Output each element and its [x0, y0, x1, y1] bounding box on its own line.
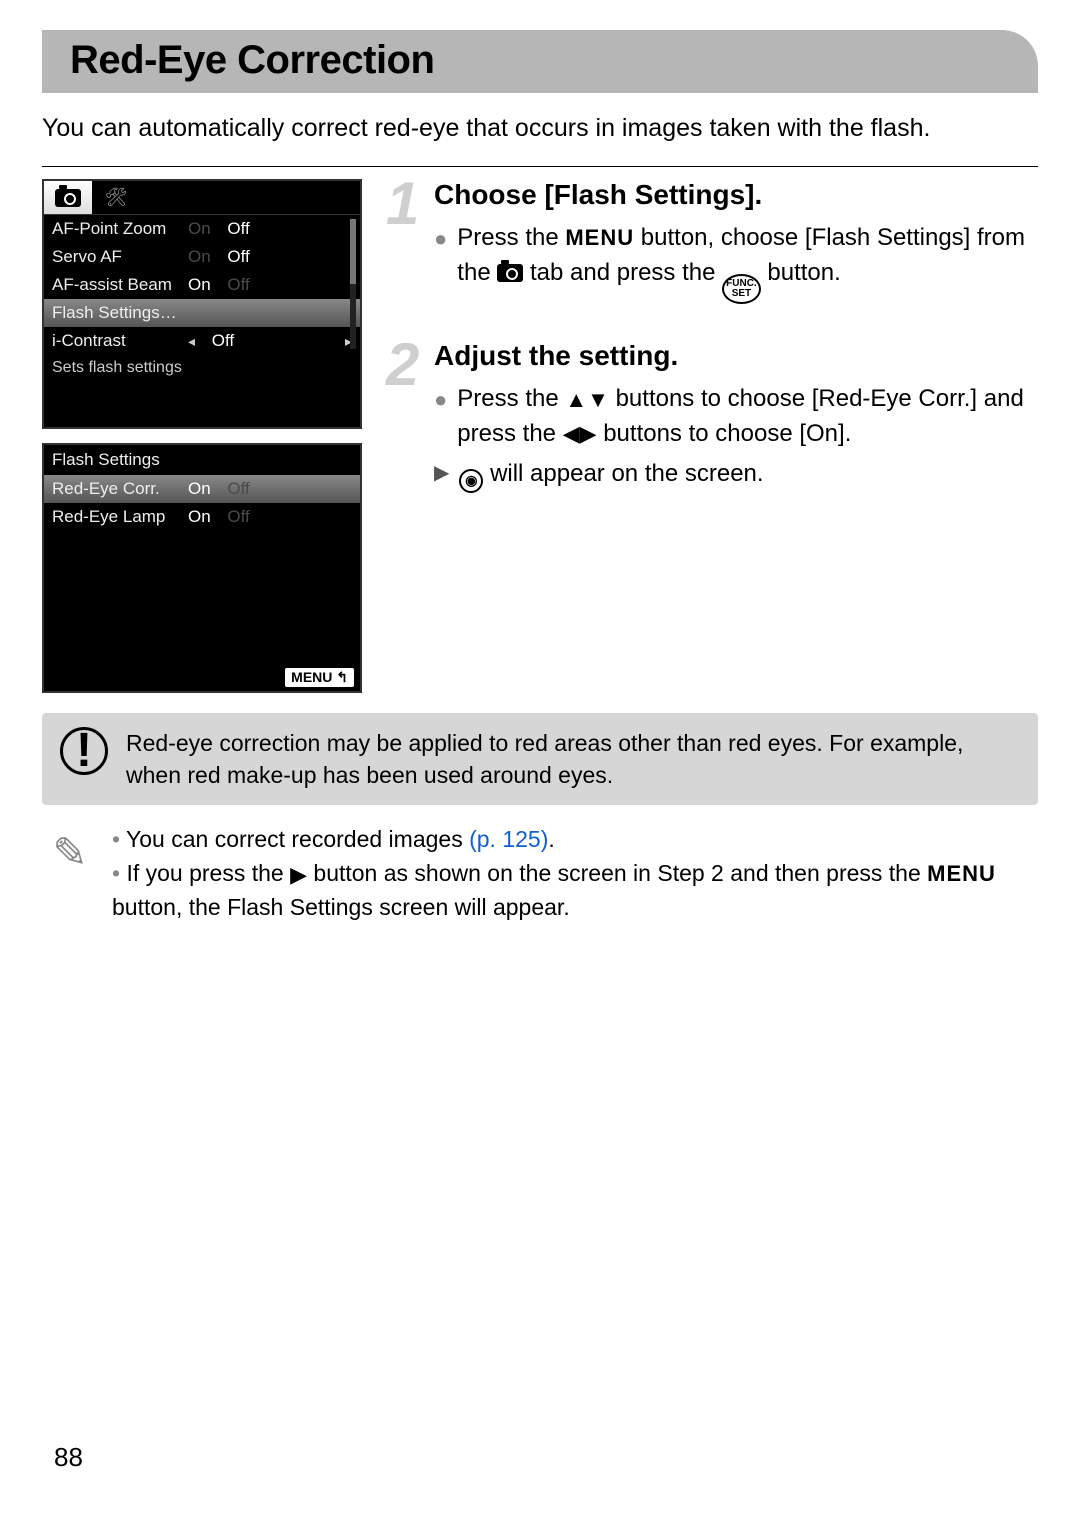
menu-row-selected: Red-Eye Corr.On Off: [44, 475, 360, 503]
warning-icon: !: [60, 727, 108, 775]
page-number: 88: [54, 1442, 83, 1473]
warning-text: Red-eye correction may be applied to red…: [126, 727, 1020, 791]
result-arrow-icon: ▶: [434, 457, 449, 492]
intro-text: You can automatically correct red-eye th…: [42, 111, 1038, 146]
step-heading: Adjust the setting.: [434, 340, 1038, 372]
func-set-icon: FUNC.SET: [722, 274, 761, 304]
divider: [42, 166, 1038, 167]
scrollbar: [350, 219, 356, 349]
right-arrow-icon: ▶: [290, 859, 307, 891]
tab-shooting-icon: [44, 181, 92, 214]
warning-box: ! Red-eye correction may be applied to r…: [42, 713, 1038, 805]
leftright-icon: ◀▶: [563, 418, 597, 450]
camera-screen-menu: 🛠 AF-Point ZoomOn Off Servo AFOn Off AF-…: [42, 179, 362, 429]
camera-icon: [55, 189, 81, 207]
menu-button-icon: MENU: [927, 858, 996, 890]
step-result: ▶ ◉ will appear on the screen.: [434, 457, 1038, 492]
tip-item: You can correct recorded images (p. 125)…: [112, 823, 1034, 856]
step-bullet: ● Press the ▲▼ buttons to choose [Red-Ey…: [434, 382, 1038, 452]
tab-bar: 🛠: [44, 181, 360, 215]
submenu-title: Flash Settings: [44, 445, 360, 475]
step-bullet: ● Press the MENU button, choose [Flash S…: [434, 221, 1038, 304]
menu-row: AF-Point ZoomOn Off: [44, 215, 360, 243]
camera-screen-flash-settings: Flash Settings Red-Eye Corr.On Off Red-E…: [42, 443, 362, 693]
menu-row: Servo AFOn Off: [44, 243, 360, 271]
menu-button-icon: MENU: [565, 222, 634, 254]
menu-hint: Sets flash settings: [44, 355, 360, 381]
tab-tools-icon: 🛠: [92, 181, 140, 214]
step-1: 1 Choose [Flash Settings]. ● Press the M…: [386, 179, 1038, 304]
menu-row: i-Contrast◂ Off▸: [44, 327, 360, 355]
step-2: 2 Adjust the setting. ● Press the ▲▼ but…: [386, 340, 1038, 493]
menu-row-selected: Flash Settings…: [44, 299, 360, 327]
pencil-icon: ✎: [46, 823, 94, 884]
step-heading: Choose [Flash Settings].: [434, 179, 1038, 211]
section-title-bar: Red-Eye Correction: [42, 30, 1038, 93]
tip-item: If you press the ▶ button as shown on th…: [112, 857, 1034, 924]
camera-tab-icon: [497, 264, 523, 282]
bullet-icon: ●: [434, 382, 447, 452]
step-number: 2: [386, 330, 419, 399]
menu-back-badge: MENU ↰: [285, 668, 354, 687]
page-ref-link[interactable]: (p. 125): [469, 826, 548, 852]
section-title: Red-Eye Correction: [70, 38, 1010, 83]
redeye-indicator-icon: ◉: [459, 469, 483, 493]
step-number: 1: [386, 169, 419, 238]
menu-row: Red-Eye LampOn Off: [44, 503, 360, 531]
updown-icon: ▲▼: [565, 384, 609, 416]
menu-row: AF-assist BeamOn Off: [44, 271, 360, 299]
tips-box: ✎ You can correct recorded images (p. 12…: [42, 805, 1038, 924]
bullet-icon: ●: [434, 221, 447, 304]
